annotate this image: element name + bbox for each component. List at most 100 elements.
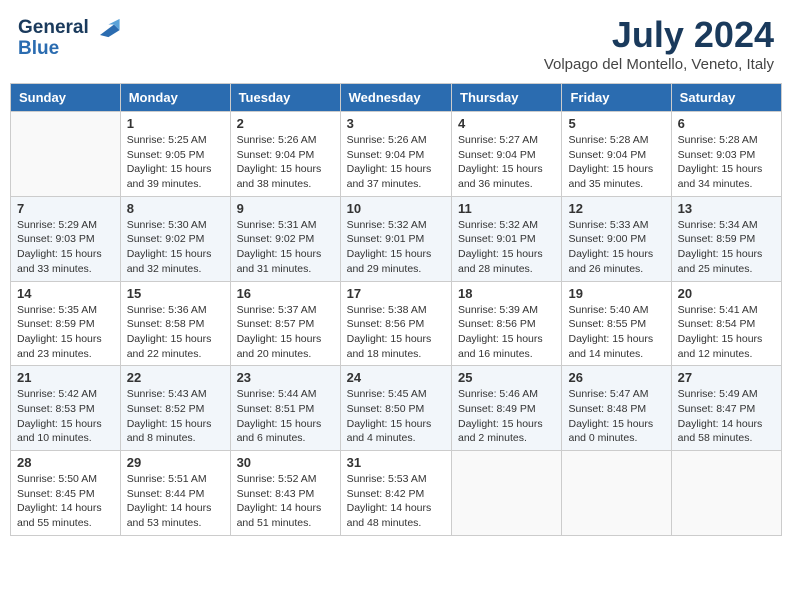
page-header: General Blue July 2024 Volpago del Monte… xyxy=(10,10,782,77)
logo: General Blue xyxy=(18,14,121,60)
day-info: Sunrise: 5:38 AMSunset: 8:56 PMDaylight:… xyxy=(347,303,445,362)
calendar-cell xyxy=(452,451,562,536)
calendar-cell: 2Sunrise: 5:26 AMSunset: 9:04 PMDaylight… xyxy=(230,112,340,197)
day-number: 4 xyxy=(458,116,555,131)
calendar-cell: 7 Sunrise: 5:29 AMSunset: 9:03 PMDaylight… xyxy=(11,196,121,281)
day-info: Sunrise: 5:30 AMSunset: 9:02 PMDaylight:… xyxy=(127,218,224,277)
calendar-cell: 14 Sunrise: 5:35 AMSunset: 8:59 PMDayligh… xyxy=(11,281,121,366)
day-info: Sunrise: 5:28 AMSunset: 9:03 PMDaylight:… xyxy=(678,133,775,192)
calendar-cell: 19 Sunrise: 5:40 AMSunset: 8:55 PMDayligh… xyxy=(562,281,671,366)
day-number: 7 xyxy=(17,201,114,216)
day-number: 8 xyxy=(127,201,224,216)
calendar-cell: 27Sunrise: 5:49 AMSunset: 8:47 PMDayligh… xyxy=(671,366,781,451)
day-number: 16 xyxy=(237,286,334,301)
day-number: 17 xyxy=(347,286,445,301)
day-info: Sunrise: 5:47 AMSunset: 8:48 PMDaylight:… xyxy=(568,387,664,446)
calendar-cell: 5 Sunrise: 5:28 AMSunset: 9:04 PMDaylight… xyxy=(562,112,671,197)
calendar-cell: 4 Sunrise: 5:27 AMSunset: 9:04 PMDaylight… xyxy=(452,112,562,197)
day-info: Sunrise: 5:31 AMSunset: 9:02 PMDaylight:… xyxy=(237,218,334,277)
calendar-week-row: 7 Sunrise: 5:29 AMSunset: 9:03 PMDaylight… xyxy=(11,196,782,281)
day-number: 21 xyxy=(17,370,114,385)
logo-text: General xyxy=(18,18,89,39)
calendar-week-row: 21 Sunrise: 5:42 AMSunset: 8:53 PMDayligh… xyxy=(11,366,782,451)
month-title: July 2024 xyxy=(544,14,774,56)
day-info: Sunrise: 5:45 AMSunset: 8:50 PMDaylight:… xyxy=(347,387,445,446)
day-info: Sunrise: 5:35 AMSunset: 8:59 PMDaylight:… xyxy=(17,303,114,362)
calendar-cell: 26 Sunrise: 5:47 AMSunset: 8:48 PMDayligh… xyxy=(562,366,671,451)
day-number: 11 xyxy=(458,201,555,216)
day-number: 25 xyxy=(458,370,555,385)
day-number: 26 xyxy=(568,370,664,385)
day-number: 1 xyxy=(127,116,224,131)
day-number: 14 xyxy=(17,286,114,301)
calendar-cell: 20 Sunrise: 5:41 AMSunset: 8:54 PMDayligh… xyxy=(671,281,781,366)
calendar-cell: 8 Sunrise: 5:30 AMSunset: 9:02 PMDaylight… xyxy=(120,196,230,281)
header-row: SundayMondayTuesdayWednesdayThursdayFrid… xyxy=(11,84,782,112)
day-number: 19 xyxy=(568,286,664,301)
calendar-cell: 30Sunrise: 5:52 AMSunset: 8:43 PMDayligh… xyxy=(230,451,340,536)
calendar-cell: 21 Sunrise: 5:42 AMSunset: 8:53 PMDayligh… xyxy=(11,366,121,451)
day-info: Sunrise: 5:26 AMSunset: 9:04 PMDaylight:… xyxy=(237,133,334,192)
day-number: 3 xyxy=(347,116,445,131)
day-info: Sunrise: 5:27 AMSunset: 9:04 PMDaylight:… xyxy=(458,133,555,192)
calendar-cell: 17 Sunrise: 5:38 AMSunset: 8:56 PMDayligh… xyxy=(340,281,451,366)
day-info: Sunrise: 5:32 AMSunset: 9:01 PMDaylight:… xyxy=(458,218,555,277)
calendar-cell: 22Sunrise: 5:43 AMSunset: 8:52 PMDayligh… xyxy=(120,366,230,451)
day-number: 29 xyxy=(127,455,224,470)
calendar-cell: 29 Sunrise: 5:51 AMSunset: 8:44 PMDayligh… xyxy=(120,451,230,536)
day-number: 5 xyxy=(568,116,664,131)
day-number: 28 xyxy=(17,455,114,470)
weekday-header: Wednesday xyxy=(340,84,451,112)
calendar-cell: 15Sunrise: 5:36 AMSunset: 8:58 PMDayligh… xyxy=(120,281,230,366)
day-info: Sunrise: 5:44 AMSunset: 8:51 PMDaylight:… xyxy=(237,387,334,446)
calendar-cell: 10 Sunrise: 5:32 AMSunset: 9:01 PMDayligh… xyxy=(340,196,451,281)
day-info: Sunrise: 5:50 AMSunset: 8:45 PMDaylight:… xyxy=(17,472,114,531)
day-info: Sunrise: 5:29 AMSunset: 9:03 PMDaylight:… xyxy=(17,218,114,277)
calendar-cell: 16 Sunrise: 5:37 AMSunset: 8:57 PMDayligh… xyxy=(230,281,340,366)
location-title: Volpago del Montello, Veneto, Italy xyxy=(544,56,774,73)
calendar-cell: 3 Sunrise: 5:26 AMSunset: 9:04 PMDaylight… xyxy=(340,112,451,197)
day-number: 9 xyxy=(237,201,334,216)
day-number: 20 xyxy=(678,286,775,301)
day-info: Sunrise: 5:28 AMSunset: 9:04 PMDaylight:… xyxy=(568,133,664,192)
weekday-header: Tuesday xyxy=(230,84,340,112)
day-info: Sunrise: 5:37 AMSunset: 8:57 PMDaylight:… xyxy=(237,303,334,362)
calendar-cell xyxy=(671,451,781,536)
day-number: 23 xyxy=(237,370,334,385)
title-block: July 2024 Volpago del Montello, Veneto, … xyxy=(544,14,774,73)
day-number: 13 xyxy=(678,201,775,216)
day-info: Sunrise: 5:33 AMSunset: 9:00 PMDaylight:… xyxy=(568,218,664,277)
weekday-header: Saturday xyxy=(671,84,781,112)
calendar-cell: 25 Sunrise: 5:46 AMSunset: 8:49 PMDayligh… xyxy=(452,366,562,451)
day-number: 24 xyxy=(347,370,445,385)
day-info: Sunrise: 5:42 AMSunset: 8:53 PMDaylight:… xyxy=(17,387,114,446)
day-info: Sunrise: 5:51 AMSunset: 8:44 PMDaylight:… xyxy=(127,472,224,531)
day-number: 30 xyxy=(237,455,334,470)
calendar-cell: 23 Sunrise: 5:44 AMSunset: 8:51 PMDayligh… xyxy=(230,366,340,451)
calendar-week-row: 1Sunrise: 5:25 AMSunset: 9:05 PMDaylight… xyxy=(11,112,782,197)
calendar-cell: 12 Sunrise: 5:33 AMSunset: 9:00 PMDayligh… xyxy=(562,196,671,281)
day-info: Sunrise: 5:43 AMSunset: 8:52 PMDaylight:… xyxy=(127,387,224,446)
calendar-table: SundayMondayTuesdayWednesdayThursdayFrid… xyxy=(10,83,782,536)
calendar-week-row: 14 Sunrise: 5:35 AMSunset: 8:59 PMDayligh… xyxy=(11,281,782,366)
calendar-cell: 9 Sunrise: 5:31 AMSunset: 9:02 PMDaylight… xyxy=(230,196,340,281)
calendar-cell: 1Sunrise: 5:25 AMSunset: 9:05 PMDaylight… xyxy=(120,112,230,197)
day-info: Sunrise: 5:32 AMSunset: 9:01 PMDaylight:… xyxy=(347,218,445,277)
day-number: 15 xyxy=(127,286,224,301)
day-info: Sunrise: 5:26 AMSunset: 9:04 PMDaylight:… xyxy=(347,133,445,192)
calendar-cell: 24 Sunrise: 5:45 AMSunset: 8:50 PMDayligh… xyxy=(340,366,451,451)
calendar-cell: 13 Sunrise: 5:34 AMSunset: 8:59 PMDayligh… xyxy=(671,196,781,281)
day-number: 18 xyxy=(458,286,555,301)
weekday-header: Friday xyxy=(562,84,671,112)
day-info: Sunrise: 5:41 AMSunset: 8:54 PMDaylight:… xyxy=(678,303,775,362)
weekday-header: Monday xyxy=(120,84,230,112)
day-number: 10 xyxy=(347,201,445,216)
day-number: 12 xyxy=(568,201,664,216)
calendar-cell: 31Sunrise: 5:53 AMSunset: 8:42 PMDayligh… xyxy=(340,451,451,536)
day-number: 27 xyxy=(678,370,775,385)
day-info: Sunrise: 5:39 AMSunset: 8:56 PMDaylight:… xyxy=(458,303,555,362)
day-info: Sunrise: 5:40 AMSunset: 8:55 PMDaylight:… xyxy=(568,303,664,362)
day-info: Sunrise: 5:34 AMSunset: 8:59 PMDaylight:… xyxy=(678,218,775,277)
calendar-cell xyxy=(11,112,121,197)
day-info: Sunrise: 5:46 AMSunset: 8:49 PMDaylight:… xyxy=(458,387,555,446)
